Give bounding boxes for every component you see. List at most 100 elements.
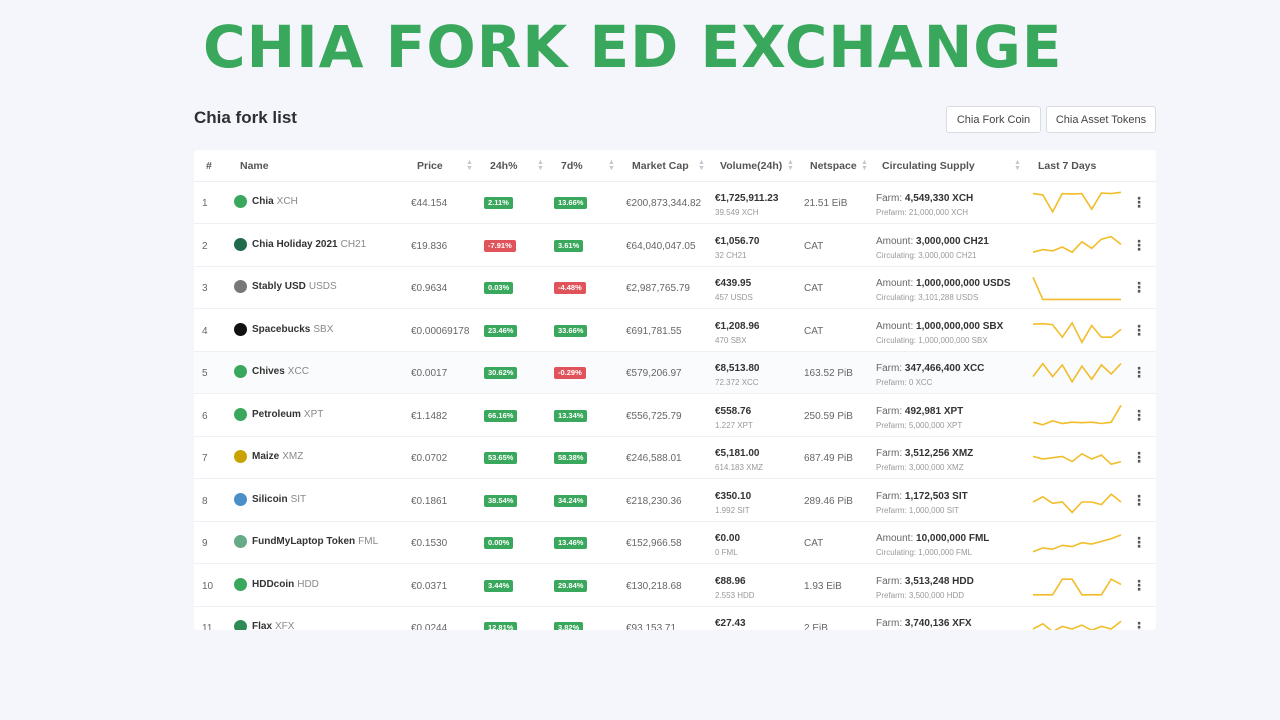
- table-row[interactable]: 5 Chives XCC €0.0017 30.62% -0.29% €579,206.97…: [194, 352, 1156, 394]
- table-row[interactable]: 2 Chia Holiday 2021 CH21 €19.836 -7.91% 3.61%…: [194, 225, 1156, 267]
- sort-icon[interactable]: ▲ ▼: [1014, 159, 1021, 172]
- supply-sub-cell: Circulating: 3,000,000 CH21: [876, 250, 977, 260]
- coin-symbol: XPT: [303, 408, 324, 420]
- table-row[interactable]: 10 HDDcoin HDD €0.0371 3.44% 29.84% €130,218.6…: [194, 565, 1156, 607]
- col-netspace[interactable]: Netspace: [810, 150, 857, 182]
- price-cell: €0.0702: [411, 453, 448, 464]
- col-name[interactable]: Name: [240, 150, 269, 182]
- more-menu-icon[interactable]: ⋮: [1132, 237, 1146, 255]
- netspace-cell: CAT: [804, 240, 824, 252]
- col-7d[interactable]: 7d%: [561, 150, 583, 182]
- coin-symbol: XCH: [276, 196, 298, 207]
- table-row[interactable]: 1 Chia XCH €44.154 2.11% 13.66% €200,873,344.8…: [194, 182, 1156, 224]
- more-menu-icon[interactable]: ⋮: [1132, 279, 1146, 297]
- price-cell: €0.1861: [411, 495, 448, 507]
- col-last-7-days: Last 7 Days: [1038, 160, 1097, 172]
- sparkline-line: [1032, 235, 1122, 253]
- sort-icon[interactable]: ▲ ▼: [861, 159, 868, 172]
- coin-name-label: Maize: [252, 451, 280, 462]
- coin-name[interactable]: Chia Holiday 2021 CH21: [252, 239, 366, 250]
- coin-name[interactable]: Chia XCH: [252, 196, 298, 207]
- coin-name[interactable]: FundMyLaptop Token FML: [252, 536, 378, 547]
- coin-name[interactable]: Spacebucks SBX: [252, 324, 333, 335]
- volume-sub-cell: 614.183 XMZ: [715, 463, 764, 472]
- tab-chia-fork-coin[interactable]: Chia Fork Coin: [946, 106, 1041, 133]
- change-7d-badge: 34.24%: [554, 494, 588, 507]
- volume-sub-cell: 470 SBX: [715, 335, 747, 345]
- fork-table: # Name Price ▲ ▼ 24h% ▲ ▼ 7d% ▲ ▼ Market Ca…: [194, 150, 1156, 630]
- col-price[interactable]: Price: [417, 150, 443, 182]
- more-menu-icon[interactable]: ⋮: [1132, 449, 1146, 467]
- sparkline-line: [1032, 620, 1122, 630]
- banner-title: CHIA FORK ED EXCHANGE: [203, 13, 1063, 81]
- more-menu-icon[interactable]: ⋮: [1132, 577, 1146, 595]
- sort-icon[interactable]: ▲ ▼: [698, 159, 705, 172]
- col-volume[interactable]: Volume(24h): [720, 150, 782, 182]
- sort-icon[interactable]: ▲ ▼: [537, 159, 544, 172]
- table-row[interactable]: 11 Flax XFX €0.0244 12.81% 3.82% €93,153.71 €27…: [194, 607, 1156, 630]
- volume-cell: €27.43: [715, 618, 746, 629]
- sparkline-chart: [1032, 620, 1122, 630]
- change-7d-badge: 3.61%: [554, 239, 584, 252]
- col-market-cap[interactable]: Market Cap: [632, 150, 689, 182]
- coin-name[interactable]: Stably USD USDS: [252, 281, 337, 292]
- col-24h[interactable]: 24h%: [490, 150, 517, 182]
- coin-name[interactable]: HDDcoin HDD: [252, 579, 319, 590]
- coin-name[interactable]: Maize XMZ: [252, 451, 303, 462]
- price-cell: €0.0244: [411, 623, 448, 630]
- col-circulating-supply[interactable]: Circulating Supply: [882, 150, 975, 182]
- table-row[interactable]: 3 Stably USD USDS €0.9634 0.03% -4.48% €2,987,…: [194, 267, 1156, 309]
- table-row[interactable]: 9 FundMyLaptop Token FML €0.1530 0.00% 13.46%…: [194, 522, 1156, 564]
- rank-cell: 4: [202, 325, 208, 337]
- coin-name[interactable]: Flax XFX: [252, 621, 294, 630]
- change-24h-badge: 53.65%: [484, 452, 518, 464]
- rank-cell: 10: [202, 580, 214, 592]
- more-menu-icon[interactable]: ⋮: [1132, 194, 1146, 212]
- more-menu-icon[interactable]: ⋮: [1132, 492, 1146, 510]
- change-24h-badge: 12.81%: [484, 622, 518, 630]
- more-menu-icon[interactable]: ⋮: [1132, 407, 1146, 425]
- change-7d-badge: -4.48%: [554, 282, 586, 294]
- coin-name[interactable]: Petroleum XPT: [252, 409, 323, 420]
- fml-icon: [234, 535, 247, 548]
- table-row[interactable]: 7 Maize XMZ €0.0702 53.65% 58.38% €246,588.01 €…: [194, 437, 1156, 479]
- supply-value: 3,000,000 CH21: [916, 235, 989, 247]
- market-cap-cell: €246,588.01: [626, 453, 682, 464]
- rank-cell: 8: [202, 495, 208, 507]
- more-menu-icon[interactable]: ⋮: [1132, 534, 1146, 552]
- rank-cell: 3: [202, 283, 208, 294]
- coin-name[interactable]: Silicoin SIT: [252, 494, 306, 505]
- sparkline-chart: [1032, 362, 1122, 384]
- coin-symbol: XCC: [287, 366, 309, 377]
- stably-icon: [234, 280, 247, 293]
- coin-name-label: Silicoin: [252, 493, 288, 505]
- table-row[interactable]: 6 Petroleum XPT €1.1482 66.16% 13.34% €556,725…: [194, 395, 1156, 437]
- supply-label: Amount:: [876, 533, 914, 544]
- sparkline-line: [1032, 492, 1122, 514]
- tab-chia-asset-tokens[interactable]: Chia Asset Tokens: [1046, 106, 1156, 133]
- rank-cell: 11: [202, 623, 213, 630]
- sparkline-line: [1032, 534, 1122, 553]
- market-cap-cell: €64,040,047.05: [626, 240, 696, 252]
- volume-cell: €439.95: [715, 278, 752, 289]
- supply-cell: Farm: 3,512,256 XMZ: [876, 448, 973, 459]
- sparkline-chart: [1032, 320, 1122, 344]
- coin-name-label: Chia: [252, 196, 274, 207]
- more-menu-icon[interactable]: ⋮: [1132, 619, 1146, 630]
- sparkline-chart: [1032, 492, 1122, 514]
- coin-symbol: CH21: [340, 238, 367, 250]
- rank-cell: 2: [202, 240, 208, 252]
- more-menu-icon[interactable]: ⋮: [1132, 364, 1146, 382]
- price-cell: €0.1530: [411, 538, 448, 549]
- sort-icon[interactable]: ▲ ▼: [787, 159, 794, 172]
- supply-sub-cell: Circulating: 1,000,000,000 SBX: [876, 335, 988, 345]
- table-row[interactable]: 4 Spacebucks SBX €0.00069178 23.46% 33.66% €69…: [194, 310, 1156, 352]
- more-menu-icon[interactable]: ⋮: [1132, 322, 1146, 340]
- table-row[interactable]: 8 Silicoin SIT €0.1861 38.54% 34.24% €218,230.…: [194, 480, 1156, 522]
- supply-cell: Amount: 1,000,000,000 SBX: [876, 321, 1003, 332]
- sort-icon[interactable]: ▲ ▼: [608, 159, 615, 172]
- volume-sub-cell: 457 USDS: [715, 293, 753, 302]
- market-cap-cell: €93,153.71: [626, 623, 677, 630]
- sort-icon[interactable]: ▲ ▼: [466, 159, 473, 172]
- coin-name[interactable]: Chives XCC: [252, 366, 309, 377]
